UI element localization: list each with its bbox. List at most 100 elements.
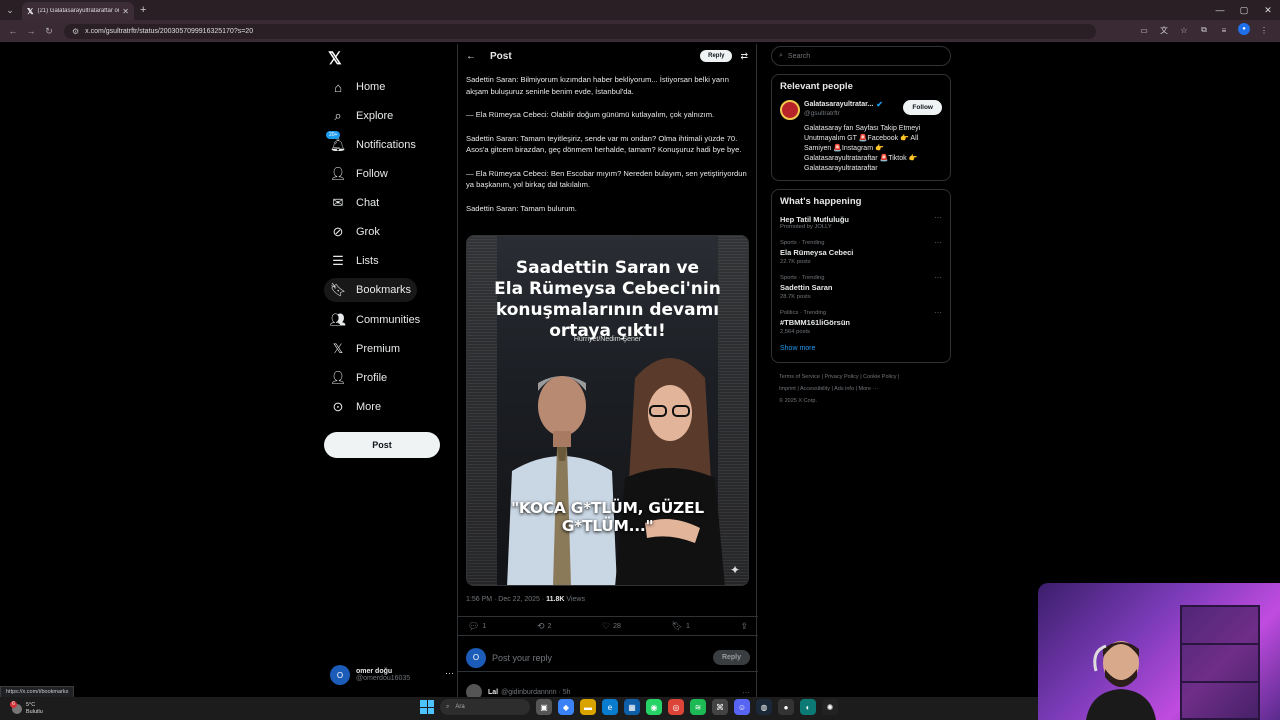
nav-follow[interactable]: 👤︎ Follow [324, 162, 394, 186]
network-icon[interactable]: ⌘ [712, 699, 728, 715]
taskbar-apps: ⌕ Ara ▣ ◆ ▬ e ▦ ◉ ◎ ≋ ⌘ ☺ ◍ ● ◐ ✺ [420, 699, 838, 715]
nav-grok[interactable]: ⊘ Grok [324, 220, 386, 244]
page-title: Post [490, 50, 512, 62]
nav-home[interactable]: ⌂ Home [324, 75, 391, 99]
more-dots-icon[interactable]: ··· [934, 308, 942, 317]
more-dots-icon[interactable]: ··· [742, 688, 750, 697]
tab-list-icon[interactable]: ⌄ [0, 0, 20, 20]
minimize-icon[interactable]: — [1208, 0, 1232, 20]
site-info-icon[interactable]: ⚙ [72, 27, 79, 36]
more-dots-icon[interactable]: ··· [445, 668, 454, 678]
reply-action[interactable]: 💬︎ 1 [468, 621, 486, 632]
nav-bookmarks[interactable]: 🔖︎ Bookmarks [324, 278, 418, 302]
trend-item[interactable]: Politics · Trending #TBMM161liGörsün 2,5… [780, 308, 942, 335]
more-dots-icon[interactable]: ··· [934, 238, 942, 247]
shelf-decoration [1180, 605, 1260, 720]
filter-icon[interactable]: ⇄ [740, 51, 748, 62]
extensions-icon[interactable]: ⧉ [1198, 23, 1210, 37]
taskbar-search[interactable]: ⌕ Ara [440, 699, 530, 715]
account-name: omer doğu [356, 668, 393, 675]
discord-icon[interactable]: ☺ [734, 699, 750, 715]
headline-line: Ela Rümeysa Cebeci'nin [494, 279, 721, 299]
spotify-icon[interactable]: ≋ [690, 699, 706, 715]
nav-lists[interactable]: ☰ Lists [324, 249, 385, 273]
obs-icon[interactable]: ● [778, 699, 794, 715]
reply-input[interactable]: Post your reply [492, 653, 713, 663]
search-input[interactable]: ⌕ Search [771, 46, 951, 66]
chrome-icon[interactable]: ◎ [668, 699, 684, 715]
app-icon[interactable]: ✺ [822, 699, 838, 715]
task-view-icon[interactable]: ▣ [536, 699, 552, 715]
more-dots-icon[interactable]: ··· [934, 213, 942, 222]
new-tab-icon[interactable]: + [140, 4, 146, 16]
more-dots-icon[interactable]: ··· [934, 273, 942, 282]
sparkle-icon: ✦ [729, 563, 740, 577]
nav-notifications[interactable]: 🔔︎ 20+ Notifications [324, 131, 422, 157]
bookmark-icon: 🔖︎ [671, 620, 683, 631]
reload-icon[interactable]: ↻ [40, 22, 58, 40]
file-explorer-icon[interactable]: ▬ [580, 699, 596, 715]
close-window-icon[interactable]: ✕ [1256, 0, 1280, 20]
relevant-person[interactable]: Galatasarayultratar... ✔ @gsultratrftr Fo… [780, 100, 942, 120]
trend-item[interactable]: Sports · Trending Sadettin Saran 28.7K p… [780, 273, 942, 300]
more-circle-icon: ⊙ [332, 399, 344, 414]
nav-more[interactable]: ⊙ More [324, 395, 387, 419]
nav-label: Grok [356, 226, 380, 238]
back-arrow-icon[interactable]: ← [466, 51, 476, 62]
translate-icon[interactable]: 文 [1158, 23, 1170, 37]
url-field[interactable]: ⚙ x.com/gsultratrftr/status/200305709991… [64, 23, 1096, 39]
maximize-icon[interactable]: ▢ [1232, 0, 1256, 20]
menu-icon[interactable]: ⋮ [1258, 23, 1270, 37]
like-action[interactable]: ♡ 28 [602, 621, 621, 632]
reply-submit-button[interactable]: Reply [712, 650, 750, 665]
nav-label: Profile [356, 372, 388, 384]
browser-tab[interactable]: 𝕏 (21) Galatasarayultrataraftar on X ✕ [22, 2, 134, 20]
star-icon[interactable]: ☆ [1178, 23, 1190, 37]
footer-line[interactable]: Imprint | Accessibility | Ads info | Mor… [779, 383, 951, 395]
weather-widget[interactable]: 6 5°C Bulutlu [10, 700, 43, 716]
trend-count: 2,564 posts [780, 329, 810, 335]
bookmark-action[interactable]: 🔖︎ 1 [672, 621, 690, 632]
show-more-link[interactable]: Show more [780, 345, 942, 352]
trend-item[interactable]: Sports · Trending Ela Rümeysa Cebeci 22.… [780, 238, 942, 265]
tweet-image[interactable]: Saadettin Saran ve Ela Rümeysa Cebeci'ni… [466, 235, 749, 586]
headline-line: konuşmalarının devamı [495, 300, 720, 320]
app-icon[interactable]: ◐ [800, 699, 816, 715]
weather-badge: 6 [10, 700, 17, 708]
left-navigation: 𝕏 ⌂ Home ⌕ Explore 🔔︎ 20+ Notifications 👤… [320, 44, 455, 694]
footer-line[interactable]: Terms of Service | Privacy Policy | Cook… [779, 371, 951, 383]
tweet-actions: 💬︎ 1 ⟲ 2 ♡ 28 🔖︎ 1 ⇪ [458, 616, 758, 636]
account-switcher[interactable]: O omer doğu @omerdou16035 ··· [330, 662, 454, 688]
store-icon[interactable]: ▦ [624, 699, 640, 715]
forward-icon[interactable]: → [22, 22, 40, 40]
edge-icon[interactable]: e [602, 699, 618, 715]
nav-explore[interactable]: ⌕ Explore [324, 104, 399, 128]
share-action[interactable]: ⇪ [740, 621, 748, 632]
trend-context: Promoted by JOLLY [780, 224, 832, 230]
windows-start-icon[interactable] [420, 700, 434, 714]
copyright: © 2025 X Corp. [779, 398, 817, 404]
steam-icon[interactable]: ◍ [756, 699, 772, 715]
back-icon[interactable]: ← [4, 22, 22, 40]
x-logo-icon[interactable]: 𝕏 [328, 49, 342, 69]
verified-badge-icon: ✔ [876, 100, 883, 109]
whatsapp-icon[interactable]: ◉ [646, 699, 662, 715]
post-button[interactable]: Post [324, 432, 440, 458]
follow-button[interactable]: Follow [903, 100, 942, 115]
reply-header-button[interactable]: Reply [700, 50, 733, 62]
nav-chat[interactable]: ✉ Chat [324, 191, 385, 215]
nav-premium[interactable]: 𝕏 Premium [324, 337, 406, 361]
repost-action[interactable]: ⟲ 2 [537, 621, 551, 632]
nav-profile[interactable]: 👤︎ Profile [324, 366, 393, 390]
close-tab-icon[interactable]: ✕ [122, 7, 129, 16]
nav-communities[interactable]: 👥︎ Communities [324, 308, 426, 332]
cast-icon[interactable]: ▭ [1138, 23, 1150, 37]
trend-count: 22.7K posts [780, 259, 811, 265]
copilot-icon[interactable]: ◆ [558, 699, 574, 715]
view-count: 11.8K [546, 596, 565, 603]
reply-author: Lal [488, 688, 499, 696]
profile-avatar-icon[interactable]: ● [1238, 23, 1250, 35]
trend-item[interactable]: Hep Tatil Mutluluğu Promoted by JOLLY ··… [780, 213, 942, 230]
like-count: 28 [613, 622, 621, 630]
media-icon[interactable]: ≡ [1218, 23, 1230, 37]
